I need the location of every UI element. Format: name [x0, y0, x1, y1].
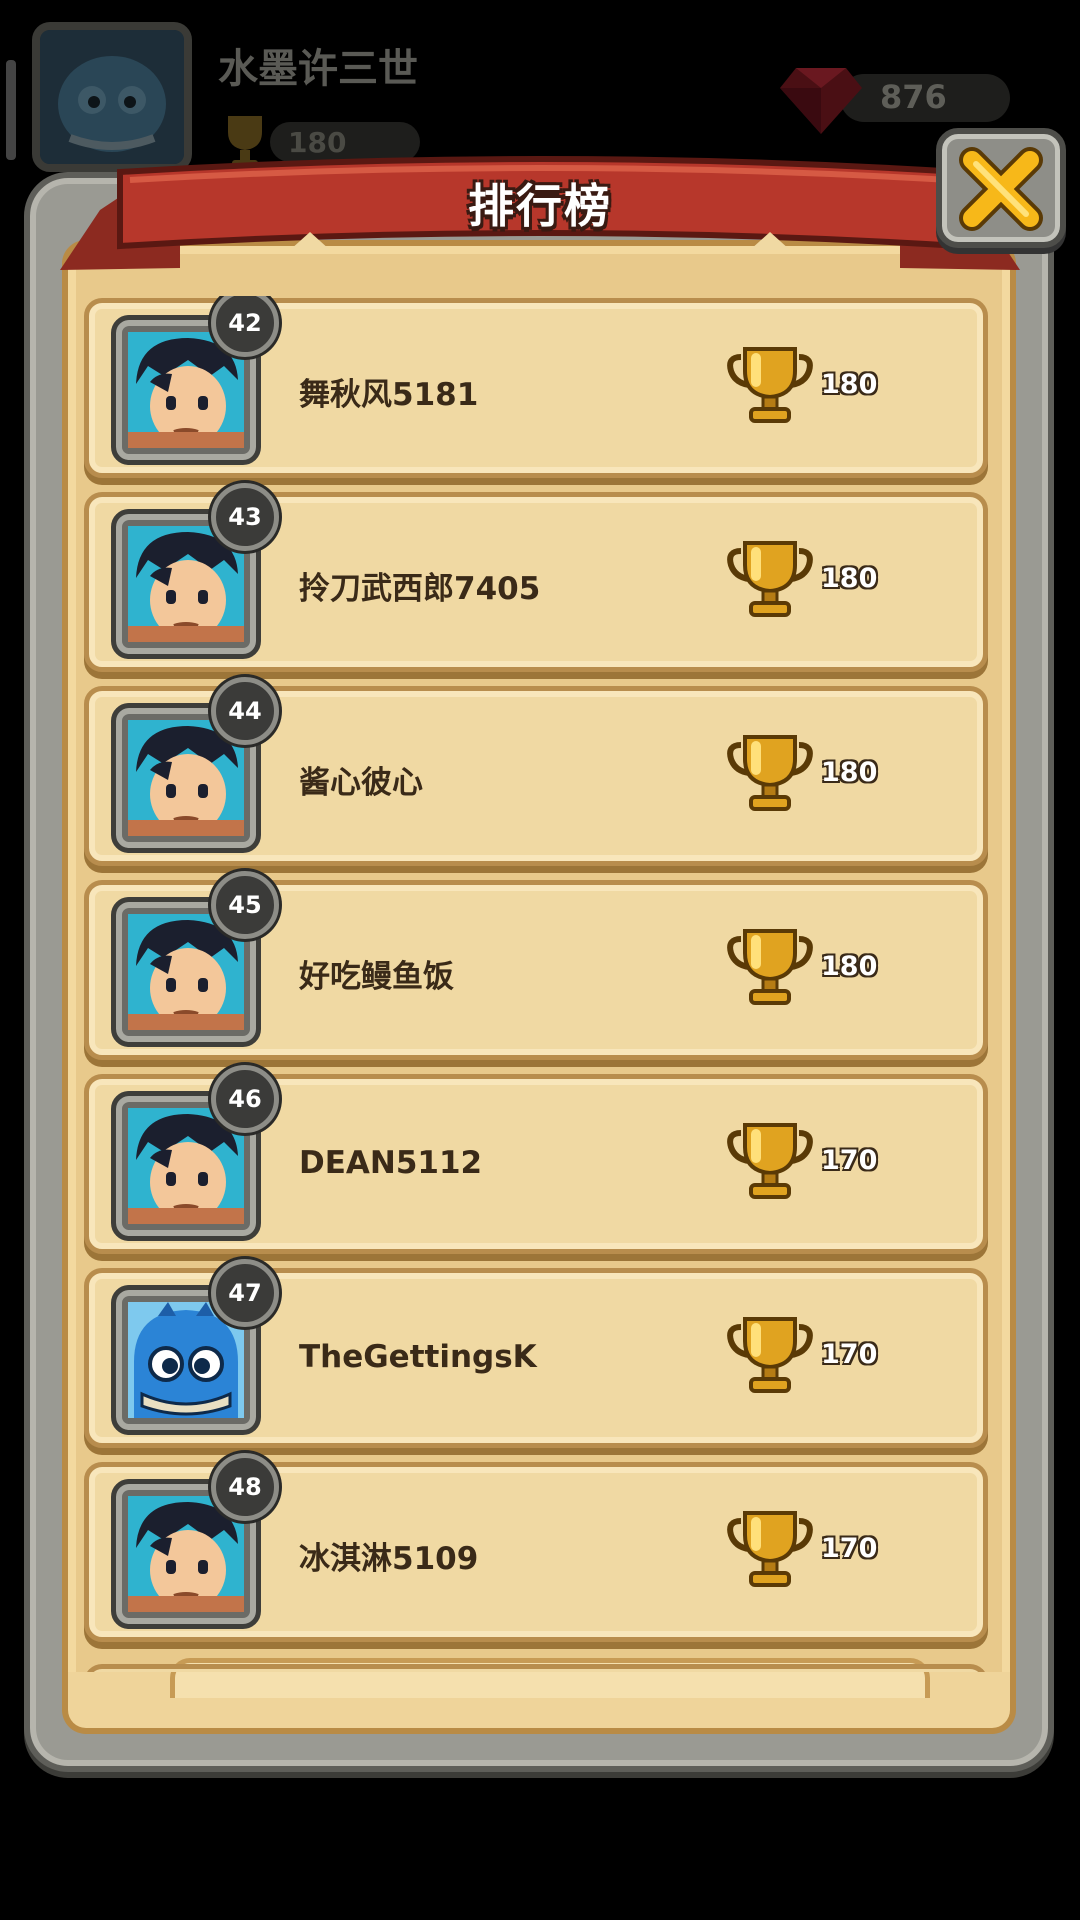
dialog-title: 排行榜 [468, 179, 612, 233]
game-screen: 水墨许三世 180 876 排行榜 42 舞秋风5181 180 43 拎刀武西… [0, 0, 1080, 1920]
rank-badge: 46 [211, 1065, 279, 1133]
trophy-count: 170 [821, 1145, 878, 1176]
trophy-icon [727, 1511, 813, 1587]
player-name: 酱心彼心 [299, 765, 423, 801]
rank-badge: 48 [211, 1453, 279, 1521]
rank-badge: 45 [211, 871, 279, 939]
player-name: TheGettingsK [299, 1339, 537, 1375]
trophy-count: 180 [821, 563, 878, 594]
leaderboard-row[interactable]: 43 拎刀武西郎7405 180 [84, 483, 988, 672]
player-name: 拎刀武西郎7405 [299, 571, 541, 607]
gem-count: 876 [880, 78, 947, 116]
player-name: 水墨许三世 [218, 46, 418, 92]
leaderboard-row[interactable]: 44 酱心彼心 180 [84, 677, 988, 866]
sidebar-handle [6, 60, 16, 160]
trophy-icon [727, 1123, 813, 1199]
rank-badge: 44 [211, 677, 279, 745]
leaderboard-row[interactable]: 42 舞秋风5181 180 [84, 296, 988, 478]
dragon-avatar-icon [40, 30, 184, 164]
rank-badge: 42 [211, 296, 279, 357]
leaderboard-row[interactable]: 48 冰淇淋5109 170 [84, 1453, 988, 1642]
trophy-count: 170 [821, 1533, 878, 1564]
rank-badge: 43 [211, 483, 279, 551]
trophy-icon [727, 735, 813, 811]
trophy-icon [727, 929, 813, 1005]
leaderboard-row[interactable]: 47 TheGettingsK 170 [84, 1259, 988, 1448]
close-button[interactable] [936, 128, 1066, 248]
trophy-count: 180 [821, 369, 878, 400]
player-name: 冰淇淋5109 [299, 1541, 479, 1577]
leaderboard-list[interactable]: 42 舞秋风5181 180 43 拎刀武西郎7405 180 44 酱心彼心 … [80, 296, 990, 1672]
trophy-count: 180 [821, 951, 878, 982]
ruby-gem-icon [780, 68, 862, 134]
leaderboard-row[interactable]: 45 好吃鳗鱼饭 180 [84, 871, 988, 1060]
player-name: 舞秋风5181 [299, 377, 479, 413]
rank-badge: 47 [211, 1259, 279, 1327]
title-banner: 排行榜 [60, 150, 1020, 278]
leaderboard-row-partial[interactable] [84, 1664, 988, 1672]
trophy-icon [727, 347, 813, 423]
trophy-count: 170 [821, 1339, 878, 1370]
player-name: 好吃鳗鱼饭 [299, 959, 454, 995]
trophy-count: 180 [821, 757, 878, 788]
trophy-icon [727, 541, 813, 617]
trophy-icon [727, 1317, 813, 1393]
close-x-icon [959, 147, 1043, 231]
leaderboard-row[interactable]: 46 DEAN5112 170 [84, 1065, 988, 1254]
player-name: DEAN5112 [299, 1145, 483, 1181]
